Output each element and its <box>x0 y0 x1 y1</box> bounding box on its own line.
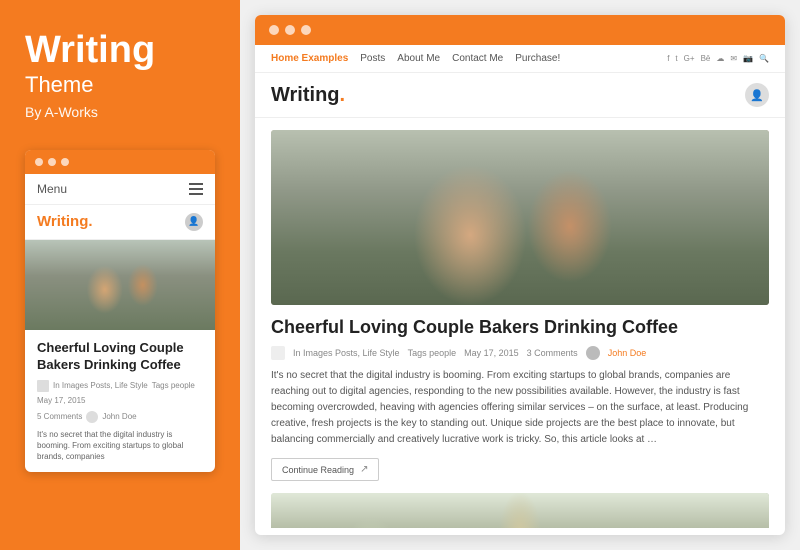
mobile-post-meta2: 5 Comments John Doe <box>25 411 215 429</box>
browser-dot-1 <box>269 25 279 35</box>
mobile-meta-icon <box>37 380 49 392</box>
theme-title: Writing Theme <box>25 30 215 104</box>
mobile-author: John Doe <box>102 412 136 421</box>
article-meta-comments: 3 Comments <box>527 348 578 358</box>
nav-icon-cloud[interactable]: ☁ <box>716 54 724 63</box>
nav-links: Home Examples Posts About Me Contact Me … <box>271 53 560 64</box>
mobile-dot-2 <box>48 158 56 166</box>
nav-icon-instagram[interactable]: 📷 <box>743 54 753 63</box>
browser-content: Home Examples Posts About Me Contact Me … <box>255 45 785 535</box>
nav-icon-behance[interactable]: Bē <box>701 54 711 63</box>
nav-link-about[interactable]: About Me <box>397 53 440 64</box>
site-nav: Home Examples Posts About Me Contact Me … <box>255 45 785 73</box>
mobile-meta-category: In Images Posts, Life Style <box>53 381 148 390</box>
article-featured-image <box>271 130 769 305</box>
nav-link-purchase[interactable]: Purchase! <box>515 53 560 64</box>
article2-featured-image <box>271 493 769 528</box>
nav-link-contact[interactable]: Contact Me <box>452 53 503 64</box>
mobile-comments: 5 Comments <box>37 412 82 421</box>
mobile-dot-3 <box>61 158 69 166</box>
article-meta: In Images Posts, Life Style Tags people … <box>271 346 769 360</box>
continue-reading-button[interactable]: Continue Reading ↗ <box>271 458 379 481</box>
mobile-menu-bar: Menu <box>25 174 215 205</box>
article-excerpt: It's no secret that the digital industry… <box>271 368 769 448</box>
nav-icon-gplus[interactable]: G+ <box>684 54 695 63</box>
nav-icon-twitter[interactable]: t <box>675 54 677 63</box>
site-user-icon[interactable]: 👤 <box>745 83 769 107</box>
mobile-author-avatar <box>86 411 98 423</box>
article-image-inner <box>271 130 769 305</box>
nav-icons: f t G+ Bē ☁ ✉ 📷 🔍 <box>667 54 769 63</box>
continue-reading-label: Continue Reading <box>282 465 354 475</box>
mobile-baker-image <box>25 240 215 330</box>
browser-window: Home Examples Posts About Me Contact Me … <box>255 15 785 535</box>
mobile-preview-card: Menu Writing. 👤 Cheerful Loving Couple B… <box>25 150 215 472</box>
browser-dot-3 <box>301 25 311 35</box>
mobile-post-image <box>25 240 215 330</box>
browser-dot-2 <box>285 25 295 35</box>
browser-chrome <box>255 15 785 45</box>
theme-author: By A-Works <box>25 104 215 120</box>
article-meta-category: In Images Posts, Life Style <box>293 348 400 358</box>
mobile-top-bar <box>25 150 215 174</box>
mobile-logo: Writing. <box>37 213 93 230</box>
mobile-dot-1 <box>35 158 43 166</box>
site-main: Cheerful Loving Couple Bakers Drinking C… <box>255 118 785 528</box>
mobile-meta-date: May 17, 2015 <box>37 396 85 405</box>
share-icon: ↗ <box>360 464 368 475</box>
article-meta-icon <box>271 346 285 360</box>
mobile-menu-label: Menu <box>37 182 67 196</box>
mobile-post-title: Cheerful Loving Couple Bakers Drinking C… <box>25 330 215 380</box>
article-meta-author: John Doe <box>608 348 647 358</box>
site-logo-bar: Writing. 👤 <box>255 73 785 118</box>
right-panel: Home Examples Posts About Me Contact Me … <box>240 0 800 550</box>
nav-icon-email[interactable]: ✉ <box>730 54 737 63</box>
mobile-post-meta: In Images Posts, Life Style Tags people … <box>25 380 215 411</box>
nav-link-posts[interactable]: Posts <box>360 53 385 64</box>
article-meta-tags: Tags people <box>408 348 457 358</box>
article-author-avatar <box>586 346 600 360</box>
nav-link-home[interactable]: Home Examples <box>271 53 348 64</box>
mobile-post-excerpt: It's no secret that the digital industry… <box>25 429 215 473</box>
article-title: Cheerful Loving Couple Bakers Drinking C… <box>271 317 769 338</box>
left-panel: Writing Theme By A-Works Menu Writing. 👤 <box>0 0 240 550</box>
mobile-user-icon: 👤 <box>185 213 203 231</box>
mobile-logo-bar: Writing. 👤 <box>25 205 215 240</box>
theme-title-text: Writing <box>25 30 215 72</box>
mobile-meta-tags: Tags people <box>152 381 195 390</box>
site-logo: Writing. <box>271 84 345 107</box>
article2-image-inner <box>271 493 769 528</box>
theme-subtitle-text: Theme <box>25 72 215 98</box>
hamburger-icon[interactable] <box>189 183 203 195</box>
nav-icon-search[interactable]: 🔍 <box>759 54 769 63</box>
nav-icon-facebook[interactable]: f <box>667 54 669 63</box>
article-meta-date: May 17, 2015 <box>464 348 519 358</box>
